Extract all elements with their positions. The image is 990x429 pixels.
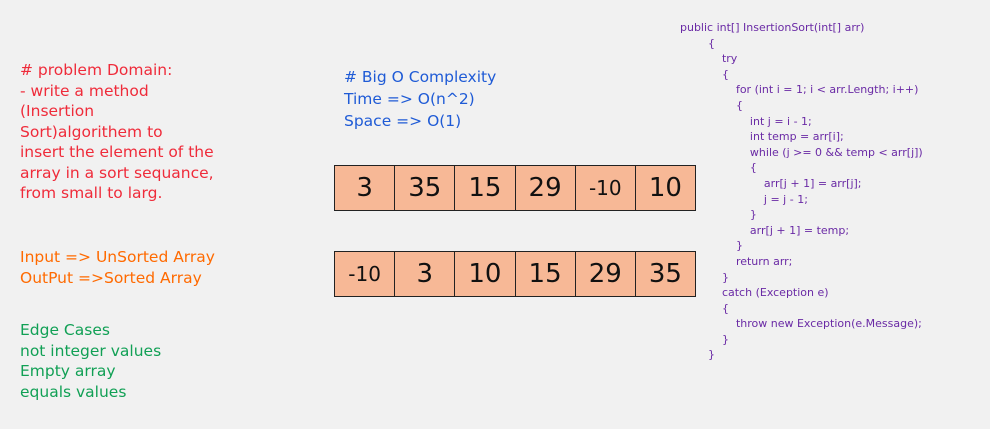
big-o-complexity-text: # Big O Complexity Time => O(n^2) Space … — [344, 66, 496, 132]
array-cell: 3 — [335, 166, 396, 210]
edge-cases-title: Edge Cases — [20, 321, 110, 339]
code-line: return arr; — [680, 254, 793, 268]
problem-domain-text: # problem Domain: - write a method (Inse… — [20, 60, 280, 204]
problem-line: (Insertion — [20, 102, 95, 120]
sorted-array: -10 3 10 15 29 35 — [334, 251, 696, 297]
code-line: } — [680, 332, 729, 346]
code-line: } — [680, 270, 729, 284]
code-line: { — [680, 98, 743, 112]
input-output-text: Input => UnSorted Array OutPut =>Sorted … — [20, 247, 215, 288]
code-line: try — [680, 52, 738, 66]
code-line: public int[] InsertionSort(int[] arr) — [680, 21, 865, 34]
space-complexity: Space => O(1) — [344, 112, 462, 130]
input-line: Input => UnSorted Array — [20, 248, 215, 266]
problem-line: insert the element of the — [20, 143, 214, 161]
edge-case-item: equals values — [20, 382, 127, 401]
code-line: arr[j + 1] = temp; — [680, 223, 850, 237]
output-line: OutPut =>Sorted Array — [20, 268, 202, 287]
code-line: } — [680, 348, 715, 362]
code-line: { — [680, 67, 729, 81]
code-line: } — [680, 208, 757, 222]
array-cell: 29 — [575, 252, 636, 296]
code-line: { — [680, 36, 715, 50]
time-complexity: Time => O(n^2) — [344, 90, 475, 108]
unsorted-array: 3 35 15 29 -10 10 — [334, 165, 696, 211]
problem-line: - write a method — [20, 81, 149, 100]
problem-line: # problem Domain: — [20, 61, 173, 79]
code-line: arr[j + 1] = arr[j]; — [680, 176, 862, 190]
code-line: { — [680, 161, 757, 175]
array-cell: -10 — [575, 166, 636, 210]
code-line: throw new Exception(e.Message); — [680, 317, 922, 331]
code-line: int j = i - 1; — [680, 114, 812, 128]
edge-case-item: not integer values — [20, 341, 162, 360]
array-cell: -10 — [335, 252, 396, 296]
code-line: catch (Exception e) — [680, 286, 829, 300]
code-line: { — [680, 301, 729, 315]
code-line: for (int i = 1; i < arr.Length; i++) — [680, 83, 919, 97]
edge-case-item: Empty array — [20, 362, 116, 380]
array-cell: 35 — [395, 166, 456, 210]
problem-line: array in a sort sequance, — [20, 163, 214, 182]
complexity-title: # Big O Complexity — [344, 68, 497, 86]
code-line: j = j - 1; — [680, 192, 808, 206]
array-cell: 10 — [455, 252, 516, 296]
problem-line: Sort)algorithem to — [20, 122, 163, 141]
array-cell: 15 — [515, 252, 576, 296]
array-cell: 15 — [455, 166, 516, 210]
code-line: while (j >= 0 && temp < arr[j]) — [680, 145, 923, 159]
code-line: int temp = arr[i]; — [680, 130, 844, 144]
code-line: } — [680, 239, 743, 253]
insertion-sort-code: public int[] InsertionSort(int[] arr) { … — [680, 20, 923, 363]
edge-cases-text: Edge Cases not integer values Empty arra… — [20, 320, 161, 402]
array-cell: 3 — [395, 252, 456, 296]
problem-line: from small to larg. — [20, 184, 163, 202]
array-cell: 29 — [515, 166, 576, 210]
